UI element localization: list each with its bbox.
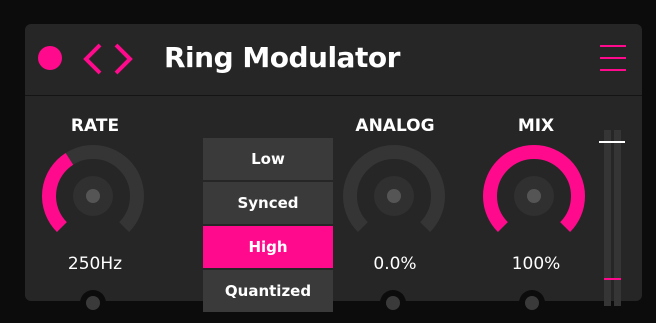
hamburger-menu-icon[interactable] [600,44,626,72]
plugin-title: Ring Modulator [164,41,400,74]
rate-knob[interactable] [36,140,154,248]
mix-value: 100% [511,254,561,274]
mode-quantized[interactable]: Quantized [203,270,333,312]
rate-mod-jack[interactable] [80,290,106,316]
mode-high[interactable]: High [203,226,333,268]
analog-mod-jack[interactable] [380,290,406,316]
mode-selector: Low Synced High Quantized [203,138,333,312]
plugin-header: Ring Modulator [25,24,642,96]
analog-label: ANALOG [355,116,435,136]
analog-value: 0.0% [373,254,417,274]
plugin-panel: Ring Modulator RATE 250Hz Low Synced Hig… [25,24,642,312]
rate-label: RATE [70,116,120,136]
mix-label: MIX [517,116,555,136]
analog-knob[interactable] [337,140,455,248]
output-meter-floor-mark [604,278,621,280]
mix-knob[interactable] [477,140,595,248]
mode-low[interactable]: Low [203,138,333,180]
power-dot-icon[interactable] [38,46,62,70]
rate-value: 250Hz [67,254,123,274]
plugin-device: Ring Modulator RATE 250Hz Low Synced Hig… [0,0,656,323]
output-level-slider-handle[interactable] [599,141,625,143]
chevron-left-icon[interactable] [78,41,106,77]
mode-synced[interactable]: Synced [203,182,333,224]
chevron-right-icon[interactable] [110,41,138,77]
mix-mod-jack[interactable] [519,290,545,316]
